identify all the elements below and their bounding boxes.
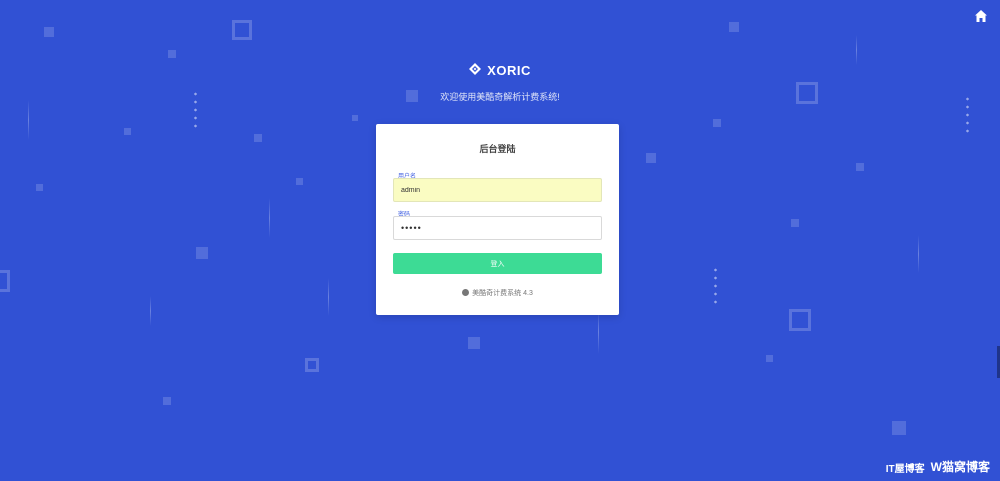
password-input[interactable]	[393, 216, 602, 240]
info-circle-icon	[462, 289, 470, 296]
login-card: 后台登陆 用户名 密码 登入 美酷奇计费系统 4.3	[376, 124, 619, 315]
watermark-left: IT屋博客	[885, 464, 925, 475]
brand-logo: XORIC	[469, 63, 531, 78]
brand-name: XORIC	[487, 63, 531, 78]
watermark-right: W猫窝博客	[930, 460, 990, 474]
footer-text: 美酷奇计费系统 4.3	[472, 290, 533, 297]
diamond-logo-icon	[469, 63, 482, 78]
home-icon[interactable]	[974, 9, 988, 23]
watermark: IT屋博客 W猫窝博客	[886, 458, 990, 475]
login-title: 后台登陆	[479, 144, 516, 154]
login-button[interactable]: 登入	[393, 253, 602, 274]
card-footer: 美酷奇计费系统 4.3	[376, 288, 619, 298]
brand-header: XORIC 欢迎使用美酷奇解析计费系统!	[0, 62, 1000, 103]
username-input[interactable]	[393, 178, 602, 202]
brand-tagline: 欢迎使用美酷奇解析计费系统!	[440, 92, 560, 102]
